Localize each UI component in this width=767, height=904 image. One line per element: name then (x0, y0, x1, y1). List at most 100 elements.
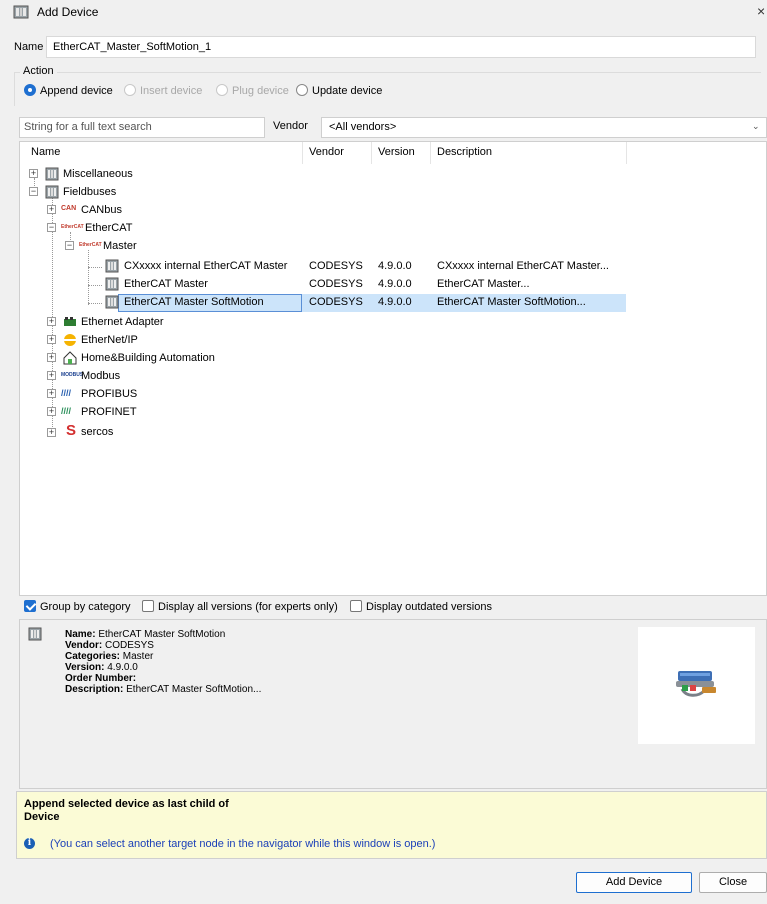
group-by-category-checkbox[interactable]: Group by category (24, 600, 131, 613)
description-cell: CXxxxx internal EtherCAT Master... (437, 260, 609, 272)
add-device-button[interactable]: Add Device (576, 872, 692, 893)
tree-item-label: CXxxxx internal EtherCAT Master (124, 260, 288, 272)
append-hint: (You can select another target node in t… (50, 838, 436, 850)
device-icon (45, 185, 59, 199)
column-separator[interactable] (302, 142, 303, 164)
ethernet-adapter-icon (64, 317, 76, 326)
display-outdated-versions-checkbox[interactable]: Display outdated versions (350, 600, 492, 613)
radio-insert-device: Insert device (124, 84, 202, 97)
version-cell: 4.9.0.0 (378, 296, 412, 308)
device-image (638, 627, 755, 744)
tree-item-label: Modbus (81, 370, 121, 382)
collapse-icon[interactable]: − (47, 223, 56, 232)
expand-icon[interactable]: + (47, 428, 56, 437)
collapse-icon[interactable]: − (65, 241, 74, 250)
vendor-cell: CODESYS (309, 278, 363, 290)
expand-icon[interactable]: + (47, 335, 56, 344)
radio-icon (296, 84, 308, 96)
radio-icon (216, 84, 228, 96)
column-separator[interactable] (626, 142, 627, 164)
expand-icon[interactable]: + (47, 389, 56, 398)
device-icon (105, 259, 119, 273)
tree-item-label: Miscellaneous (63, 168, 133, 180)
network-device-icon (676, 671, 716, 697)
device-icon (105, 277, 119, 291)
tree-item-ethercat-master[interactable]: EtherCAT Master CODESYS 4.9.0.0 EtherCAT… (0, 276, 700, 294)
tree-item-label: CANbus (81, 204, 122, 216)
device-tree[interactable] (19, 141, 767, 596)
column-header-vendor[interactable]: Vendor (309, 146, 344, 158)
append-title: Append selected device as last child of (24, 798, 229, 810)
column-header-description[interactable]: Description (437, 146, 492, 158)
display-all-versions-checkbox[interactable]: Display all versions (for experts only) (142, 600, 338, 613)
info-icon: i (24, 838, 35, 849)
tree-item-label: Home&Building Automation (81, 352, 215, 364)
description-cell: EtherCAT Master... (437, 278, 530, 290)
version-cell: 4.9.0.0 (378, 260, 412, 272)
info-version: Version: 4.9.0.0 (65, 662, 138, 673)
search-input[interactable]: String for a full text search (19, 117, 265, 138)
chevron-down-icon[interactable]: ⌄ (752, 121, 760, 132)
tree-item-label: EtherCAT Master (124, 278, 208, 290)
canbus-icon: CAN (61, 205, 77, 212)
radio-plug-device: Plug device (216, 84, 289, 97)
tree-item-label: sercos (81, 426, 114, 438)
collapse-icon[interactable]: − (29, 187, 38, 196)
device-name-input[interactable]: EtherCAT_Master_SoftMotion_1 (46, 36, 756, 58)
checkbox-icon (142, 600, 154, 612)
ethercat-icon: EtherCAT (79, 242, 102, 248)
tree-item-cxxxxx-ethercat-master[interactable]: CXxxxx internal EtherCAT Master CODESYS … (0, 258, 700, 276)
tree-item-label: Ethernet Adapter (81, 316, 164, 328)
close-icon[interactable]: × (757, 3, 765, 19)
tree-item-label: EtherCAT (85, 222, 133, 234)
info-description: Description: EtherCAT Master SoftMotion.… (65, 684, 262, 695)
column-header-name[interactable]: Name (31, 146, 60, 158)
info-vendor: Vendor: CODESYS (65, 640, 154, 651)
radio-icon (124, 84, 136, 96)
device-icon (28, 627, 42, 641)
expand-icon[interactable]: + (47, 353, 56, 362)
ethercat-icon: EtherCAT (61, 224, 84, 230)
info-order-number: Order Number: (65, 673, 137, 684)
title-bar (0, 0, 767, 26)
checkbox-icon (350, 600, 362, 612)
action-group-label: Action (20, 65, 57, 77)
vendor-select[interactable]: <All vendors> (321, 117, 767, 138)
append-target: Device (24, 811, 60, 823)
home-icon (63, 351, 77, 365)
expand-icon[interactable]: + (47, 317, 56, 326)
device-icon (105, 295, 119, 309)
radio-append-device[interactable]: Append device (24, 84, 113, 97)
window-title: Add Device (37, 5, 99, 19)
info-categories: Categories: Master (65, 651, 154, 662)
column-separator[interactable] (371, 142, 372, 164)
expand-icon[interactable]: + (47, 205, 56, 214)
tree-item-label: EtherNet/IP (81, 334, 138, 346)
name-label: Name (14, 41, 44, 53)
radio-update-device[interactable]: Update device (296, 84, 382, 97)
ethernetip-icon (64, 334, 76, 346)
tree-item-label: PROFIBUS (81, 388, 138, 400)
description-cell: EtherCAT Master SoftMotion... (437, 296, 586, 308)
profibus-icon: //// (61, 388, 72, 398)
column-header-version[interactable]: Version (378, 146, 415, 158)
tree-item-ethercat-master-softmotion[interactable]: EtherCAT Master SoftMotion CODESYS 4.9.0… (0, 294, 700, 312)
vendor-label: Vendor (273, 120, 308, 132)
tree-item-label: Fieldbuses (63, 186, 117, 198)
device-icon (45, 167, 59, 181)
expand-icon[interactable]: + (29, 169, 38, 178)
tree-item-label: Master (103, 240, 137, 252)
close-button[interactable]: Close (699, 872, 767, 893)
column-separator[interactable] (430, 142, 431, 164)
expand-icon[interactable]: + (47, 371, 56, 380)
version-cell: 4.9.0.0 (378, 278, 412, 290)
vendor-cell: CODESYS (309, 260, 363, 272)
tree-line (34, 178, 35, 186)
expand-icon[interactable]: + (47, 407, 56, 416)
checkbox-checked-icon (24, 600, 36, 612)
profinet-icon: //// (61, 406, 72, 416)
device-icon (13, 5, 29, 19)
info-name: Name: EtherCAT Master SoftMotion (65, 629, 226, 640)
vendor-cell: CODESYS (309, 296, 363, 308)
tree-item-label: PROFINET (81, 406, 137, 418)
